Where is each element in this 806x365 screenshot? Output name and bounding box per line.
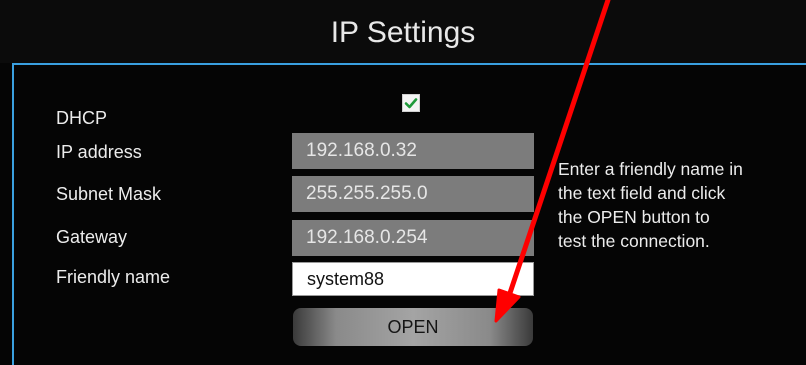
check-icon (404, 98, 418, 109)
open-button[interactable]: OPEN (293, 308, 533, 346)
dialog-title: IP Settings (0, 0, 806, 63)
help-line: test the connection. (558, 231, 710, 251)
friendly-name-label: Friendly name (56, 267, 171, 287)
ip-settings-window: IP Settings DHCP IP address 192.168.0.32… (0, 0, 806, 365)
dhcp-label: DHCP (56, 108, 108, 128)
friendly-name-input[interactable]: system88 (292, 262, 534, 296)
gateway-label: Gateway (56, 227, 128, 247)
subnet-mask-field[interactable]: 255.255.255.0 (292, 176, 534, 212)
ip-address-label: IP address (56, 142, 142, 162)
gateway-field[interactable]: 192.168.0.254 (292, 220, 534, 256)
dhcp-checkbox[interactable] (402, 94, 420, 112)
subnet-mask-label: Subnet Mask (56, 184, 162, 204)
help-line: the text field and click (558, 183, 726, 203)
help-line: the OPEN button to (558, 207, 710, 227)
ip-address-field[interactable]: 192.168.0.32 (292, 133, 534, 169)
help-text: Enter a friendly name in the text field … (558, 157, 788, 253)
help-line: Enter a friendly name in (558, 159, 743, 179)
